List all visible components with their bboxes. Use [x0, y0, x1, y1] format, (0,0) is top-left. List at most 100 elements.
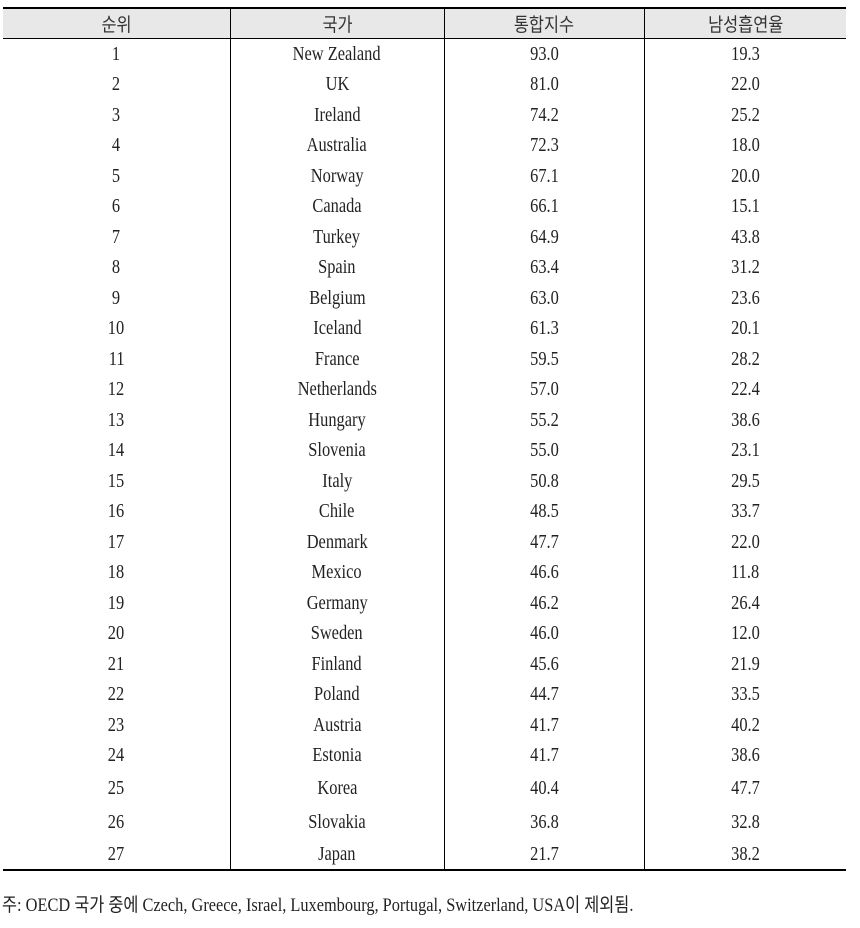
cell-smoking-rate: 11.8	[643, 557, 846, 588]
table-row: 12 Netherlands 57.0 22.4	[3, 374, 846, 405]
cell-country-text: UK	[325, 73, 349, 96]
cell-rank-text: 10	[108, 317, 125, 340]
cell-country-text: Turkey	[313, 225, 361, 248]
cell-rank-text: 11	[108, 347, 125, 370]
cell-country-text: Estonia	[312, 744, 362, 767]
cell-country: Austria	[229, 709, 444, 740]
cell-smoking-rate: 23.6	[643, 282, 846, 313]
cell-rank: 27	[3, 838, 230, 871]
cell-index-text: 41.7	[529, 713, 559, 736]
cell-rank: 13	[3, 405, 230, 436]
cell-smoking-rate-text: 15.1	[730, 195, 760, 218]
cell-country: Poland	[229, 679, 444, 710]
cell-country: Hungary	[229, 404, 444, 435]
cell-rank: 10	[3, 313, 230, 344]
cell-country: Slovenia	[229, 435, 444, 466]
cell-country-text: Canada	[312, 195, 362, 218]
cell-rank: 16	[3, 496, 230, 527]
cell-index: 21.7	[443, 838, 644, 871]
cell-smoking-rate-text: 21.9	[730, 652, 760, 675]
cell-rank: 4	[3, 130, 230, 161]
table-row: 6 Canada 66.1 15.1	[3, 191, 846, 222]
cell-rank-text: 19	[108, 591, 125, 614]
cell-rank: 20	[3, 618, 230, 649]
cell-index-text: 46.0	[529, 622, 559, 645]
cell-index: 67.1	[443, 160, 644, 191]
cell-country-text: Italy	[321, 469, 353, 492]
cell-index-text: 48.5	[529, 500, 559, 523]
cell-country: UK	[229, 69, 444, 100]
cell-country-text: Iceland	[312, 317, 362, 340]
cell-smoking-rate-text: 22.0	[730, 73, 760, 96]
cell-smoking-rate-text: 29.5	[730, 469, 760, 492]
cell-rank: 8	[3, 252, 230, 283]
cell-rank: 2	[3, 69, 230, 100]
cell-index: 44.7	[443, 679, 644, 710]
cell-country: Estonia	[229, 740, 444, 771]
cell-rank-text: 26	[108, 810, 125, 833]
cell-smoking-rate-text: 19.3	[730, 42, 760, 65]
cell-rank: 12	[3, 374, 230, 405]
cell-country: Finland	[229, 648, 444, 679]
cell-index: 64.9	[443, 221, 644, 252]
cell-smoking-rate: 22.0	[643, 526, 846, 557]
cell-index: 47.7	[443, 526, 644, 557]
table-row: 11 France 59.5 28.2	[3, 343, 846, 374]
cell-index: 46.0	[443, 618, 644, 649]
cell-smoking-rate: 43.8	[643, 221, 846, 252]
cell-index: 46.6	[443, 557, 644, 588]
table-row: 9 Belgium 63.0 23.6	[3, 282, 846, 313]
cell-index-text: 46.2	[529, 591, 559, 614]
cell-smoking-rate-text: 22.0	[730, 530, 760, 553]
cell-index: 72.3	[443, 130, 644, 161]
cell-smoking-rate-text: 33.5	[730, 683, 760, 706]
cell-index-text: 63.4	[529, 256, 559, 279]
cell-country: Canada	[229, 191, 444, 222]
cell-country-text: Japan	[318, 842, 356, 865]
cell-index-text: 45.6	[529, 652, 559, 675]
table-row: 18 Mexico 46.6 11.8	[3, 557, 846, 588]
cell-index-text: 46.6	[529, 561, 559, 584]
table-row: 27 Japan 21.7 38.2	[3, 838, 846, 871]
table-row: 22 Poland 44.7 33.5	[3, 679, 846, 710]
table-row: 4 Australia 72.3 18.0	[3, 130, 846, 161]
cell-smoking-rate-text: 38.6	[730, 744, 760, 767]
cell-smoking-rate-text: 31.2	[730, 256, 760, 279]
cell-rank: 3	[3, 100, 230, 131]
table-row: 20 Sweden 46.0 12.0	[3, 618, 846, 649]
cell-rank-text: 3	[112, 103, 121, 126]
table-row: 16 Chile 48.5 33.7	[3, 496, 846, 527]
table-row: 10 Iceland 61.3 20.1	[3, 313, 846, 344]
header-rank: 순위	[3, 7, 230, 39]
cell-rank-text: 17	[108, 530, 125, 553]
header-rank-label: 순위	[101, 13, 132, 36]
cell-country-text: Mexico	[311, 561, 363, 584]
cell-smoking-rate-text: 20.1	[730, 317, 760, 340]
table-row: 24 Estonia 41.7 38.6	[3, 740, 846, 771]
cell-index-text: 40.4	[529, 776, 559, 799]
cell-rank: 17	[3, 527, 230, 558]
ranking-table: 순위 국가 통합지수 남성흡연율 1 New Zealand 93.0 19.3 2 UK…	[3, 7, 846, 871]
cell-index: 66.1	[443, 191, 644, 222]
table-row: 5 Norway 67.1 20.0	[3, 160, 846, 191]
cell-smoking-rate: 25.2	[643, 99, 846, 130]
cell-country: Denmark	[229, 526, 444, 557]
cell-index: 45.6	[443, 648, 644, 679]
cell-index-text: 21.7	[529, 842, 559, 865]
cell-country: Netherlands	[229, 374, 444, 405]
cell-index: 93.0	[443, 38, 644, 69]
cell-index-text: 67.1	[529, 164, 559, 187]
cell-rank: 7	[3, 222, 230, 253]
cell-index: 48.5	[443, 496, 644, 527]
cell-rank: 21	[3, 649, 230, 680]
cell-index-text: 66.1	[529, 195, 559, 218]
cell-smoking-rate-text: 22.4	[730, 378, 760, 401]
cell-country-text: Norway	[310, 164, 364, 187]
header-country-label: 국가	[321, 13, 353, 36]
cell-smoking-rate: 21.9	[643, 648, 846, 679]
cell-index-text: 61.3	[529, 317, 559, 340]
cell-rank-text: 24	[108, 744, 125, 767]
cell-index-text: 74.2	[529, 103, 559, 126]
cell-rank: 23	[3, 710, 230, 741]
cell-country: Japan	[229, 838, 444, 871]
